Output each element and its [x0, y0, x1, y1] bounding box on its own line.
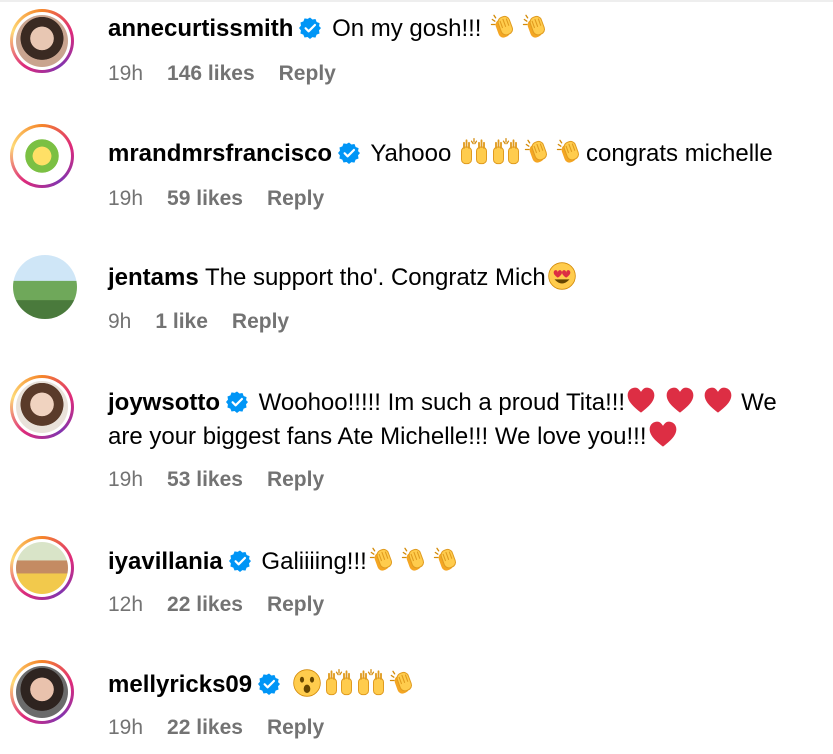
verified-badge-icon — [258, 673, 280, 695]
comment-time: 19h — [108, 187, 144, 210]
avatar[interactable] — [10, 536, 74, 600]
astonished-face-icon — [292, 668, 322, 698]
red-heart-icon — [665, 386, 695, 416]
red-heart-icon — [703, 386, 733, 416]
raising-hands-icon — [356, 668, 386, 698]
comment-username[interactable]: joywsotto — [108, 389, 220, 416]
red-heart-icon — [648, 420, 678, 450]
comment-time: 9h — [108, 310, 132, 333]
clapping-hands-icon — [432, 545, 462, 575]
comment-time: 19h — [108, 468, 144, 491]
comment-time: 12h — [108, 593, 144, 616]
clapping-hands-icon — [521, 12, 551, 42]
likes-count[interactable]: 59 likes — [167, 187, 243, 211]
likes-count[interactable]: 146 likes — [167, 62, 255, 86]
reply-button[interactable]: Reply — [267, 187, 324, 211]
heart-eyes-icon — [547, 261, 577, 291]
comment-username[interactable]: jentams — [108, 264, 199, 291]
likes-count[interactable]: 1 like — [155, 310, 208, 334]
clapping-hands-icon — [388, 668, 418, 698]
comment-text: The support tho'. Congratz Mich — [204, 264, 546, 291]
verified-badge-icon — [226, 391, 248, 413]
avatar[interactable] — [10, 124, 74, 188]
verified-badge-icon — [229, 550, 251, 572]
avatar[interactable] — [13, 255, 77, 319]
raising-hands-icon — [491, 137, 521, 167]
likes-count[interactable]: 22 likes — [167, 593, 243, 617]
avatar[interactable] — [10, 9, 74, 73]
likes-count[interactable]: 53 likes — [167, 468, 243, 492]
avatar[interactable] — [10, 660, 74, 724]
comment-text: On my gosh!!! — [332, 15, 489, 42]
clapping-hands-icon — [555, 137, 585, 167]
raising-hands-icon — [459, 137, 489, 167]
comment-username[interactable]: iyavillania — [108, 548, 223, 575]
reply-button[interactable]: Reply — [267, 716, 324, 740]
avatar[interactable] — [10, 375, 74, 439]
comment-time: 19h — [108, 62, 144, 85]
clapping-hands-icon — [400, 545, 430, 575]
red-heart-icon — [626, 386, 656, 416]
comment-text: Woohoo!!!!! Im such a proud Tita!!! — [258, 389, 626, 416]
reply-button[interactable]: Reply — [267, 593, 324, 617]
reply-button[interactable]: Reply — [267, 468, 324, 492]
clapping-hands-icon — [368, 545, 398, 575]
comment-time: 19h — [108, 716, 144, 739]
comment-username[interactable]: mrandmrsfrancisco — [108, 140, 332, 167]
comment-username[interactable]: annecurtissmith — [108, 15, 293, 42]
clapping-hands-icon — [489, 12, 519, 42]
verified-badge-icon — [299, 17, 321, 39]
comment-text-line2: are your biggest fans Ate Michelle!!! We… — [108, 423, 647, 450]
reply-button[interactable]: Reply — [279, 62, 336, 86]
comment-username[interactable]: mellyricks09 — [108, 671, 252, 698]
reply-button[interactable]: Reply — [232, 310, 289, 334]
top-divider — [0, 0, 833, 2]
verified-badge-icon — [338, 142, 360, 164]
comment-text-tail: congrats michelle — [585, 140, 773, 167]
clapping-hands-icon — [523, 137, 553, 167]
comment-text: Galiiiing!!! — [261, 548, 367, 575]
raising-hands-icon — [324, 668, 354, 698]
comment-text-tail: We — [734, 389, 777, 416]
likes-count[interactable]: 22 likes — [167, 716, 243, 740]
comment-text: Yahooo — [370, 140, 458, 167]
